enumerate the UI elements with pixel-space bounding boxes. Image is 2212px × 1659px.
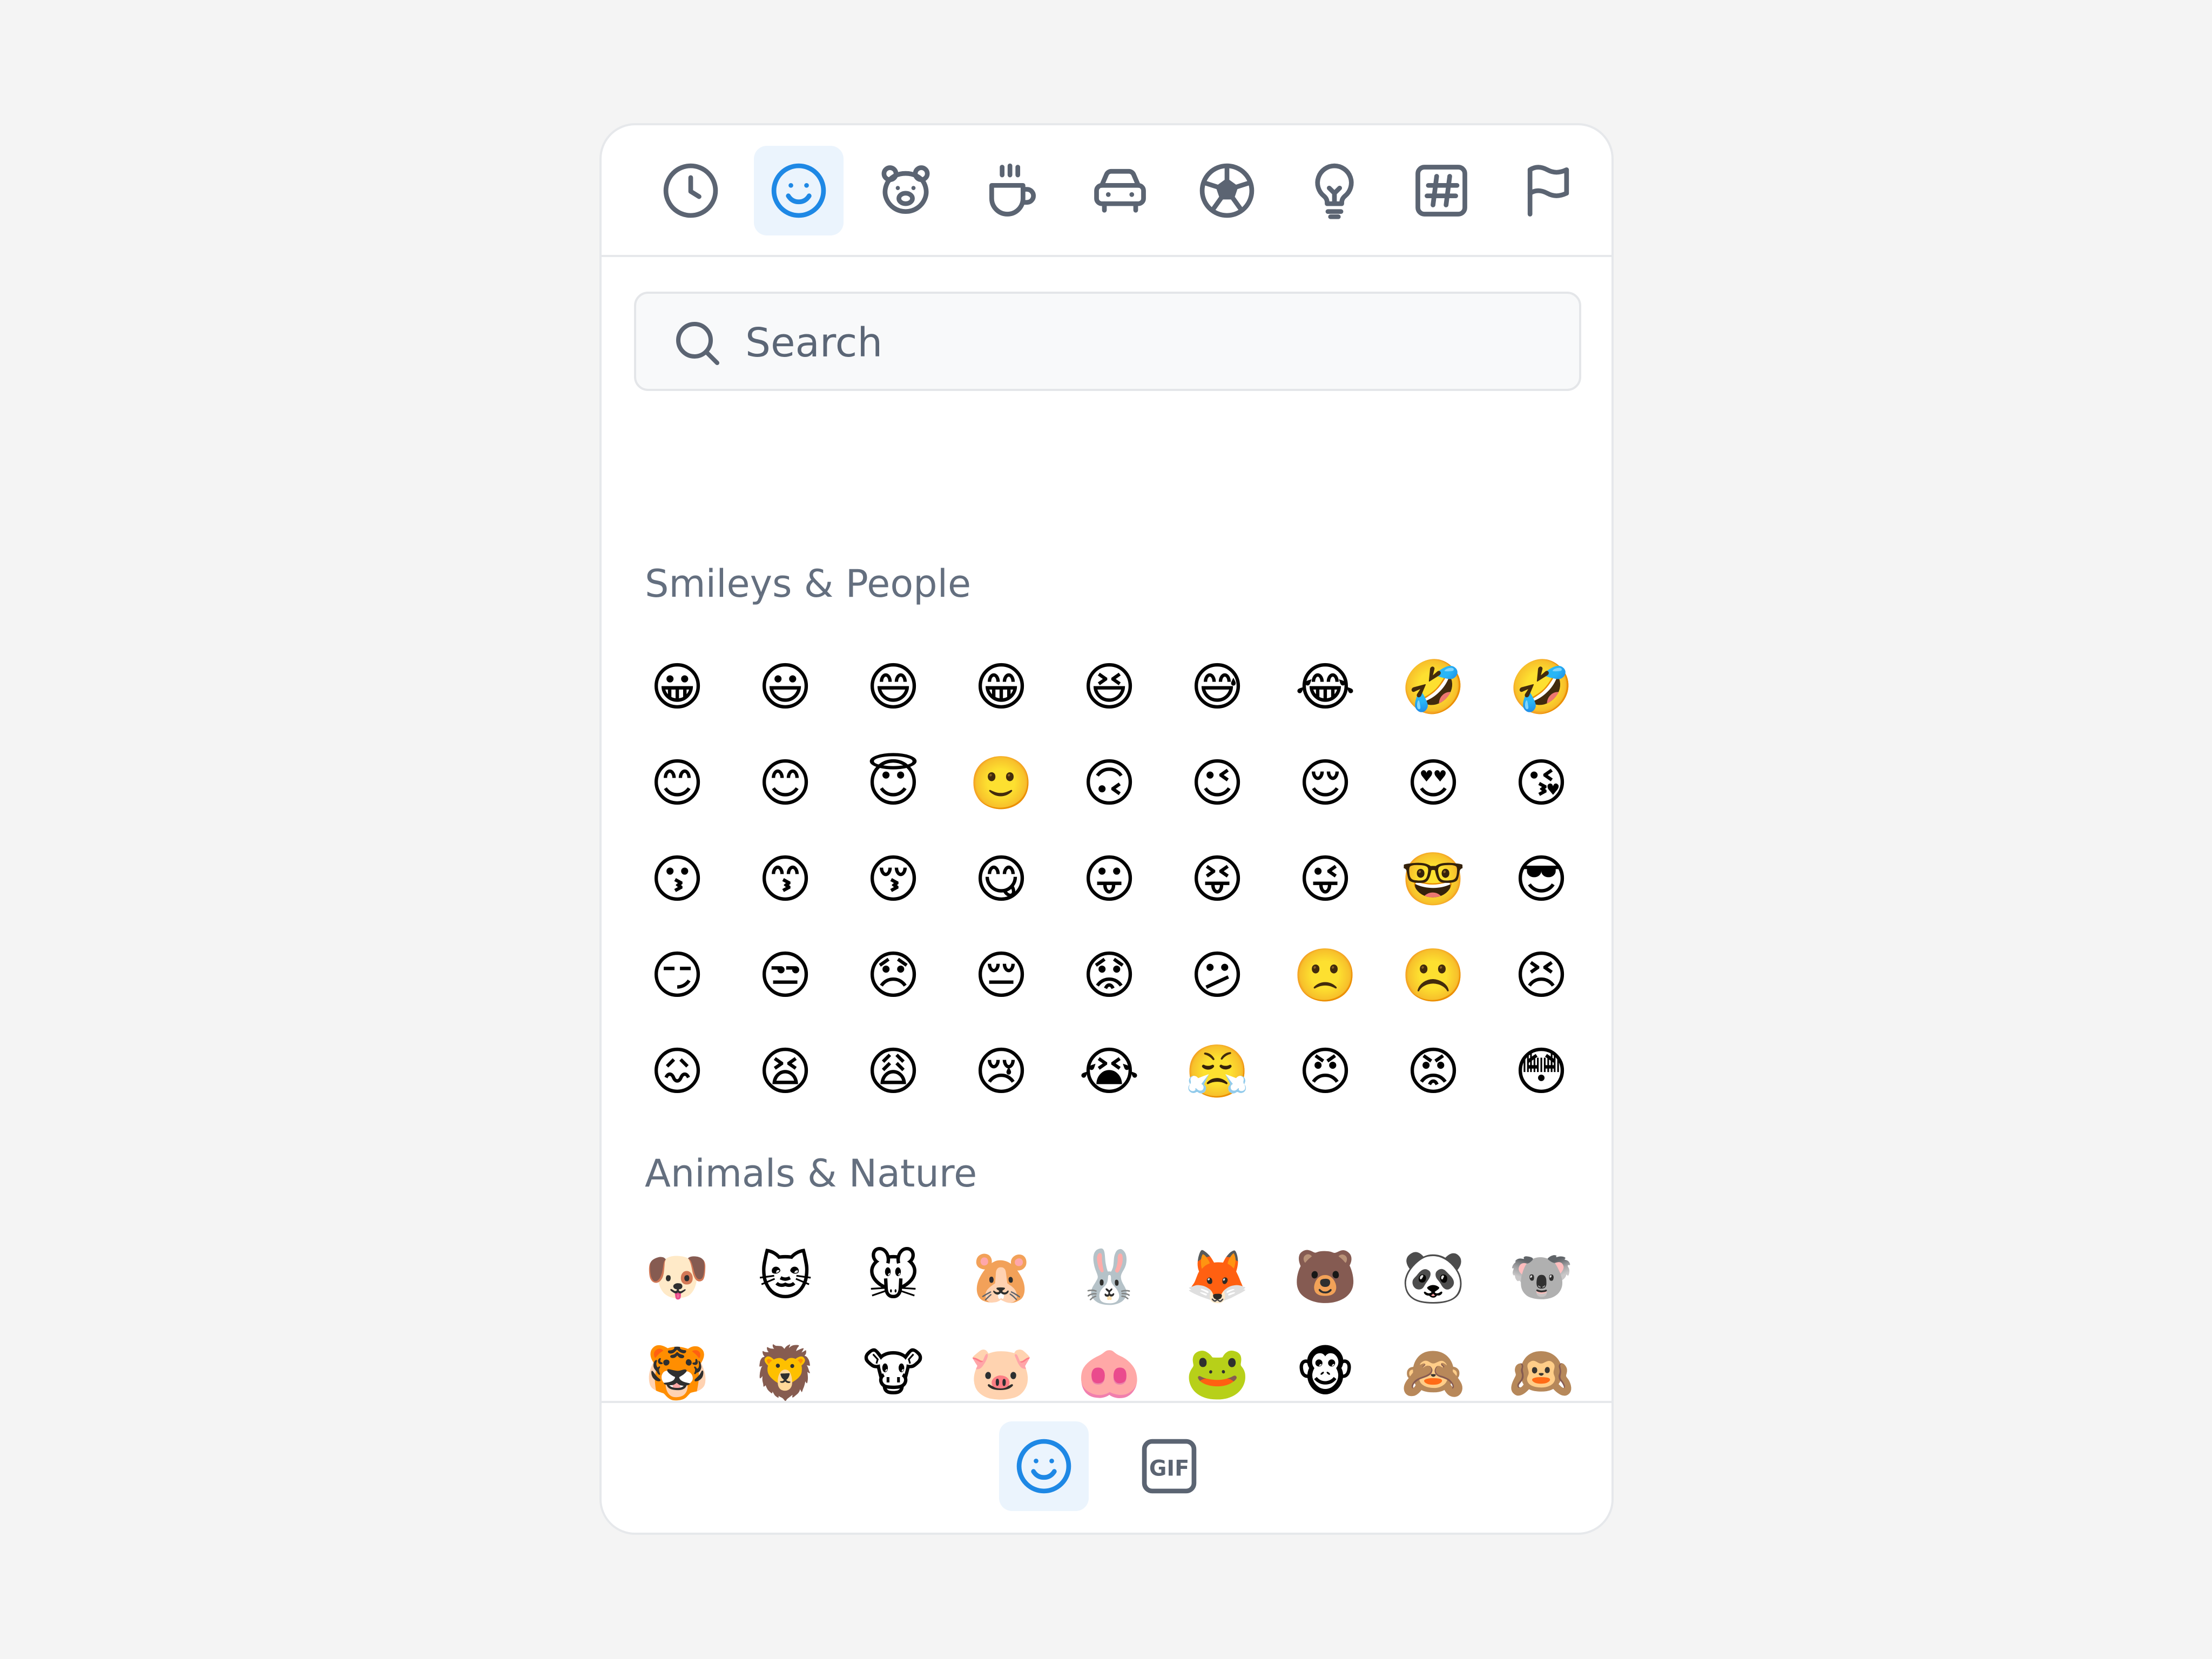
tab-symbols[interactable] bbox=[1397, 146, 1486, 235]
flag-icon bbox=[1527, 165, 1569, 217]
emoji-item[interactable]: 🤓 bbox=[1401, 847, 1466, 912]
emoji-item[interactable]: 😚 bbox=[861, 847, 926, 912]
emoji-item[interactable]: 🐶 bbox=[645, 1244, 710, 1309]
emoji-item[interactable]: 🐹 bbox=[969, 1244, 1034, 1309]
coffee-cup-icon bbox=[989, 163, 1036, 217]
emoji-item[interactable]: 😎 bbox=[1509, 847, 1574, 912]
emoji-item[interactable]: 😳 bbox=[1509, 1039, 1574, 1104]
bear-icon bbox=[881, 165, 930, 214]
emoji-grid-smileys: 😀 😃 😄 😁 😆 😅 😂 🤣 🤣 😊 😊 😇 🙂 🙃 😉 😌 😍 😘 😗 😙 😚 😋 😛 😝 😜 🤓 😎 😏 😒 😞 😔 😟 😕 🙁 ☹️ 😣 😖 😫 😩… bbox=[645, 655, 1574, 1104]
lightbulb-icon bbox=[1315, 163, 1354, 219]
gif-label: GIF bbox=[1149, 1456, 1189, 1481]
emoji-item[interactable]: 😃 bbox=[753, 655, 818, 719]
tab-food-drink[interactable] bbox=[968, 146, 1057, 235]
emoji-item[interactable]: 🙁 bbox=[1293, 943, 1358, 1008]
emoji-item[interactable]: 🐻 bbox=[1293, 1244, 1358, 1309]
section-title-smileys: Smileys & People bbox=[645, 562, 972, 606]
emoji-item[interactable]: 😫 bbox=[753, 1039, 818, 1104]
emoji-item[interactable]: 😒 bbox=[753, 943, 818, 1008]
emoji-item[interactable]: 😁 bbox=[969, 655, 1034, 719]
emoji-item[interactable]: 🦊 bbox=[1185, 1244, 1250, 1309]
emoji-item[interactable]: 🐯 bbox=[645, 1340, 710, 1405]
soccer-ball-icon bbox=[1199, 163, 1255, 218]
tab-animals-nature[interactable] bbox=[861, 146, 950, 235]
car-icon bbox=[1094, 168, 1146, 213]
emoji-item[interactable]: 🐱 bbox=[753, 1244, 818, 1309]
emoji-item[interactable]: 🐵 bbox=[1293, 1340, 1358, 1405]
emoji-item[interactable]: 🙉 bbox=[1509, 1340, 1574, 1405]
emoji-picker: Smileys & People 😀 😃 😄 😁 😆 😅 😂 🤣 🤣 😊 😊 😇 🙂 🙃 😉 😌 😍 😘 😗 😙 😚 😋 😛… bbox=[599, 123, 1614, 1535]
bottom-bar: GIF bbox=[602, 1401, 1611, 1533]
smiley-icon bbox=[771, 163, 826, 218]
emoji-item[interactable]: 😘 bbox=[1509, 751, 1574, 815]
emoji-item[interactable]: 🐽 bbox=[1077, 1340, 1142, 1405]
emoji-item[interactable]: 😇 bbox=[861, 751, 926, 815]
emoji-item[interactable]: 😙 bbox=[753, 847, 818, 912]
emoji-item[interactable]: 😣 bbox=[1509, 943, 1574, 1008]
emoji-item[interactable]: 😢 bbox=[969, 1039, 1034, 1104]
emoji-item[interactable]: 😋 bbox=[969, 847, 1034, 912]
emoji-tab-button[interactable] bbox=[999, 1421, 1089, 1511]
emoji-item[interactable]: 😡 bbox=[1401, 1039, 1466, 1104]
emoji-item[interactable]: 😍 bbox=[1401, 751, 1466, 815]
emoji-item[interactable]: 😉 bbox=[1185, 751, 1250, 815]
emoji-item[interactable]: 😀 bbox=[645, 655, 710, 719]
emoji-item[interactable]: 😄 bbox=[861, 655, 926, 719]
emoji-item[interactable]: 🐰 bbox=[1077, 1244, 1142, 1309]
emoji-item[interactable]: 🤣 bbox=[1401, 655, 1466, 719]
gif-icon: GIF bbox=[1142, 1439, 1197, 1494]
tab-recent[interactable] bbox=[646, 146, 736, 235]
emoji-item[interactable]: ☹️ bbox=[1401, 943, 1466, 1008]
emoji-item[interactable]: 🙈 bbox=[1401, 1340, 1466, 1405]
emoji-item[interactable]: 🐨 bbox=[1509, 1244, 1574, 1309]
emoji-item[interactable]: 😟 bbox=[1077, 943, 1142, 1008]
emoji-item[interactable]: 😞 bbox=[861, 943, 926, 1008]
emoji-item[interactable]: 😭 bbox=[1077, 1039, 1142, 1104]
tab-activities[interactable] bbox=[1182, 146, 1272, 235]
search-input[interactable] bbox=[744, 310, 1556, 376]
emoji-item[interactable]: 🐷 bbox=[969, 1340, 1034, 1405]
emoji-item[interactable]: 😖 bbox=[645, 1039, 710, 1104]
emoji-item[interactable]: 🐼 bbox=[1401, 1244, 1466, 1309]
emoji-item[interactable]: 🙃 bbox=[1077, 751, 1142, 815]
emoji-item[interactable]: 🐮 bbox=[861, 1340, 926, 1405]
emoji-item[interactable]: 😝 bbox=[1185, 847, 1250, 912]
emoji-item[interactable]: 😌 bbox=[1293, 751, 1358, 815]
tab-travel-places[interactable] bbox=[1075, 146, 1165, 235]
clock-icon bbox=[663, 163, 718, 218]
category-tabs bbox=[602, 125, 1611, 257]
emoji-item[interactable]: 😜 bbox=[1293, 847, 1358, 912]
emoji-item[interactable]: 😊 bbox=[645, 751, 710, 815]
emoji-item[interactable]: 😊 bbox=[753, 751, 818, 815]
tab-objects[interactable] bbox=[1290, 146, 1379, 235]
emoji-item[interactable]: 🐭 bbox=[861, 1244, 926, 1309]
emoji-item[interactable]: 😂 bbox=[1293, 655, 1358, 719]
gif-tab-button[interactable]: GIF bbox=[1124, 1421, 1214, 1511]
emoji-item[interactable]: 😗 bbox=[645, 847, 710, 912]
emoji-item[interactable]: 🦁 bbox=[753, 1340, 818, 1405]
emoji-item[interactable]: 😔 bbox=[969, 943, 1034, 1008]
emoji-item[interactable]: 😩 bbox=[861, 1039, 926, 1104]
emoji-item[interactable]: 🤣 bbox=[1509, 655, 1574, 719]
emoji-item[interactable]: 😕 bbox=[1185, 943, 1250, 1008]
emoji-item[interactable]: 😤 bbox=[1185, 1039, 1250, 1104]
emoji-item[interactable]: 🐸 bbox=[1185, 1340, 1250, 1405]
tab-flags[interactable] bbox=[1503, 146, 1593, 235]
emoji-item[interactable]: 😛 bbox=[1077, 847, 1142, 912]
emoji-item[interactable]: 😠 bbox=[1293, 1039, 1358, 1104]
emoji-item[interactable]: 😏 bbox=[645, 943, 710, 1008]
search-icon bbox=[676, 322, 719, 365]
tab-smileys-people[interactable] bbox=[754, 146, 844, 235]
emoji-item[interactable]: 😅 bbox=[1185, 655, 1250, 719]
section-title-animals: Animals & Nature bbox=[645, 1151, 977, 1196]
search-box[interactable] bbox=[634, 292, 1581, 391]
hashtag-icon bbox=[1415, 165, 1467, 217]
emoji-item[interactable]: 🙂 bbox=[969, 751, 1034, 815]
emoji-icon bbox=[1016, 1439, 1071, 1494]
emoji-item[interactable]: 😆 bbox=[1077, 655, 1142, 719]
